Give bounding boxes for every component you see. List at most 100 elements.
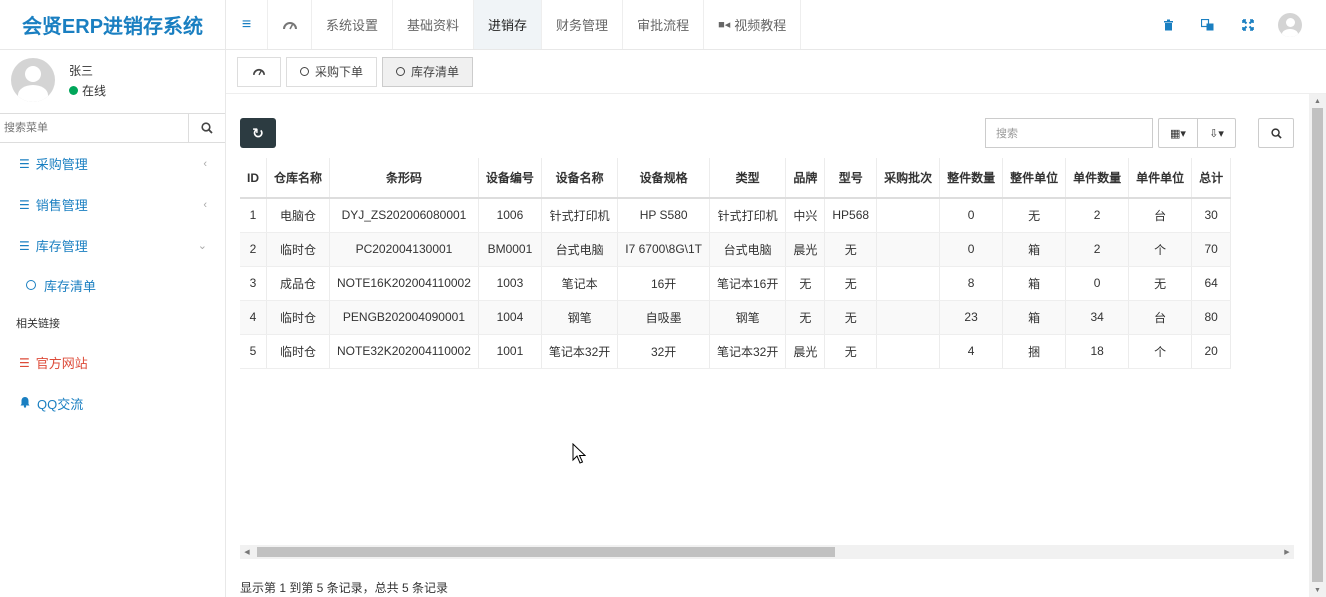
video-camera-icon: ■◂ (718, 19, 731, 31)
tab-purchase-order[interactable]: 采购下单 (286, 56, 378, 87)
table-row[interactable]: 5 临时仓 NOTE32K202004110002 1001 笔记本32开 32开 笔记本3… (240, 334, 1232, 369)
table-cell: 5 (240, 334, 267, 369)
scroll-left-icon[interactable]: ◀ (240, 545, 254, 559)
sidebar-item-purchase[interactable]: ☰ 采购管理 ‹ (0, 143, 225, 184)
user-status: 在线 (69, 82, 106, 99)
table-cell: 电脑仓 (266, 198, 331, 233)
table-cell: 2 (1065, 232, 1130, 267)
chevron-left-icon: ‹ (203, 198, 207, 211)
sidebar-toggle-button[interactable]: ≡ (226, 0, 268, 49)
export-button[interactable]: ⇩▾ (1197, 119, 1235, 147)
table-cell: 中兴 (785, 198, 826, 233)
table-cell: 2 (1065, 198, 1130, 233)
sidebar-item-inventory[interactable]: ☰ 库存管理 ⌄ (0, 225, 225, 266)
list-icon: ☰ (19, 355, 30, 370)
column-header[interactable]: 品牌 (785, 158, 826, 199)
table-row[interactable]: 2 临时仓 PC202004130001 BM0001 台式电脑 I7 6700\8G\1… (240, 232, 1232, 267)
nav-finance[interactable]: 财务管理 (542, 0, 624, 49)
column-header[interactable]: 设备规格 (617, 158, 710, 199)
column-header[interactable]: 总计 (1191, 158, 1232, 199)
table-body: 1 电脑仓 DYJ_ZS202006080001 1006 针式打印机 HP S580 针式… (240, 198, 1232, 369)
nav-approval[interactable]: 审批流程 (623, 0, 705, 49)
fullscreen-icon[interactable] (1228, 19, 1268, 31)
sidebar-item-label: 采购管理 (35, 157, 88, 172)
horizontal-scrollbar[interactable]: ◀ ▶ (240, 545, 1294, 559)
app-logo[interactable]: 会贤ERP进销存系统 (0, 0, 225, 50)
sidebar-link-qq[interactable]: QQ交流 (0, 383, 225, 424)
vertical-scroll-thumb[interactable] (1312, 108, 1323, 582)
column-header[interactable]: 设备编号 (478, 158, 542, 199)
page-tabs: 采购下单 库存清单 (226, 50, 1326, 94)
table-cell: 无 (824, 266, 878, 301)
table-cell: 34 (1065, 300, 1130, 335)
table-cell: 笔记本32开 (709, 334, 787, 369)
user-status-label: 在线 (82, 83, 107, 98)
column-header[interactable]: 单件单位 (1128, 158, 1193, 199)
grid-icon: ▦▾ (1170, 127, 1186, 140)
user-menu-avatar[interactable] (1278, 13, 1302, 37)
column-header[interactable]: ID (240, 158, 267, 199)
table-search-input[interactable]: 搜索 (985, 118, 1153, 148)
column-header[interactable]: 采购批次 (876, 158, 941, 199)
table-cell: NOTE32K202004110002 (329, 334, 479, 369)
table-cell: 临时仓 (266, 334, 331, 369)
table-cell: 1006 (478, 198, 542, 233)
advanced-search-button[interactable] (1258, 118, 1294, 148)
table-row[interactable]: 1 电脑仓 DYJ_ZS202006080001 1006 针式打印机 HP S580 针式… (240, 198, 1232, 233)
table-cell: HP S580 (617, 198, 710, 233)
nav-video-tutorial[interactable]: ■◂ 视频教程 (704, 0, 802, 49)
tab-home[interactable] (237, 56, 281, 87)
table-row[interactable]: 3 成品仓 NOTE16K202004110002 1003 笔记本 16开 笔记本16开无… (240, 266, 1232, 301)
table-cell: 捆 (1002, 334, 1067, 369)
scroll-right-icon[interactable]: ▶ (1280, 545, 1294, 559)
table-cell: 无 (785, 300, 826, 335)
table-header-row: ID 仓库名称 条形码 设备编号 设备名称 设备规格 类型 品牌 型号 采购批次… (240, 158, 1232, 199)
columns-toggle-button[interactable]: ▦▾ (1159, 119, 1197, 147)
scroll-up-icon[interactable]: ▲ (1309, 94, 1326, 108)
column-header[interactable]: 整件单位 (1002, 158, 1067, 199)
dashboard-button[interactable] (268, 0, 312, 49)
table-cell: 32开 (617, 334, 710, 369)
table-cell: 2 (240, 232, 267, 267)
column-header[interactable]: 单件数量 (1065, 158, 1130, 199)
vertical-scrollbar[interactable]: ▲ ▼ (1309, 94, 1326, 597)
table-cell: HP568 (824, 198, 878, 233)
sidebar: 会贤ERP进销存系统 张三 在线 ☰ 采购管理 ‹ ☰ 销售管理 ‹ ☰ 库存管… (0, 0, 226, 597)
table-cell: 笔记本16开 (709, 266, 787, 301)
table-cell: 无 (785, 266, 826, 301)
table-cell: PENGB202004090001 (329, 300, 479, 335)
trash-icon[interactable] (1148, 19, 1188, 31)
table-cell: 1003 (478, 266, 542, 301)
menu-search-button[interactable] (189, 114, 225, 142)
column-header[interactable]: 型号 (824, 158, 878, 199)
sidebar-subitem-stock-list[interactable]: 库存清单 (0, 266, 225, 304)
refresh-button[interactable]: ↻ (240, 118, 276, 148)
tab-stock-list[interactable]: 库存清单 (382, 56, 474, 87)
column-header[interactable]: 仓库名称 (266, 158, 331, 199)
sidebar-link-official-site[interactable]: ☰ 官方网站 (0, 342, 225, 383)
sidebar-item-sales[interactable]: ☰ 销售管理 ‹ (0, 184, 225, 225)
column-header[interactable]: 整件数量 (939, 158, 1004, 199)
tab-label: 库存清单 (411, 65, 460, 79)
horizontal-scroll-thumb[interactable] (257, 547, 835, 557)
list-icon: ☰ (19, 197, 30, 212)
menu-search-input[interactable] (0, 114, 189, 142)
scroll-down-icon[interactable]: ▼ (1309, 583, 1326, 597)
table-cell: 针式打印机 (541, 198, 619, 233)
table-row[interactable]: 4 临时仓 PENGB202004090001 1004 钢笔 自吸墨 钢笔无无 23 箱 34 台… (240, 300, 1232, 335)
column-header[interactable]: 条形码 (329, 158, 479, 199)
sidebar-link-label: QQ交流 (37, 397, 84, 412)
table-cell: 笔记本32开 (541, 334, 619, 369)
column-header[interactable]: 设备名称 (541, 158, 619, 199)
translate-icon[interactable] (1188, 19, 1228, 31)
column-header[interactable]: 类型 (709, 158, 787, 199)
table-cell: 针式打印机 (709, 198, 787, 233)
table-tool-group: ▦▾ ⇩▾ (1158, 118, 1236, 148)
nav-basic-data[interactable]: 基础资料 (393, 0, 475, 49)
table-cell (876, 334, 941, 369)
nav-system-settings[interactable]: 系统设置 (312, 0, 394, 49)
table-cell: I7 6700\8G\1T (617, 232, 710, 267)
nav-inventory[interactable]: 进销存 (474, 0, 543, 49)
dashboard-icon (253, 69, 265, 76)
table-cell: 23 (939, 300, 1004, 335)
